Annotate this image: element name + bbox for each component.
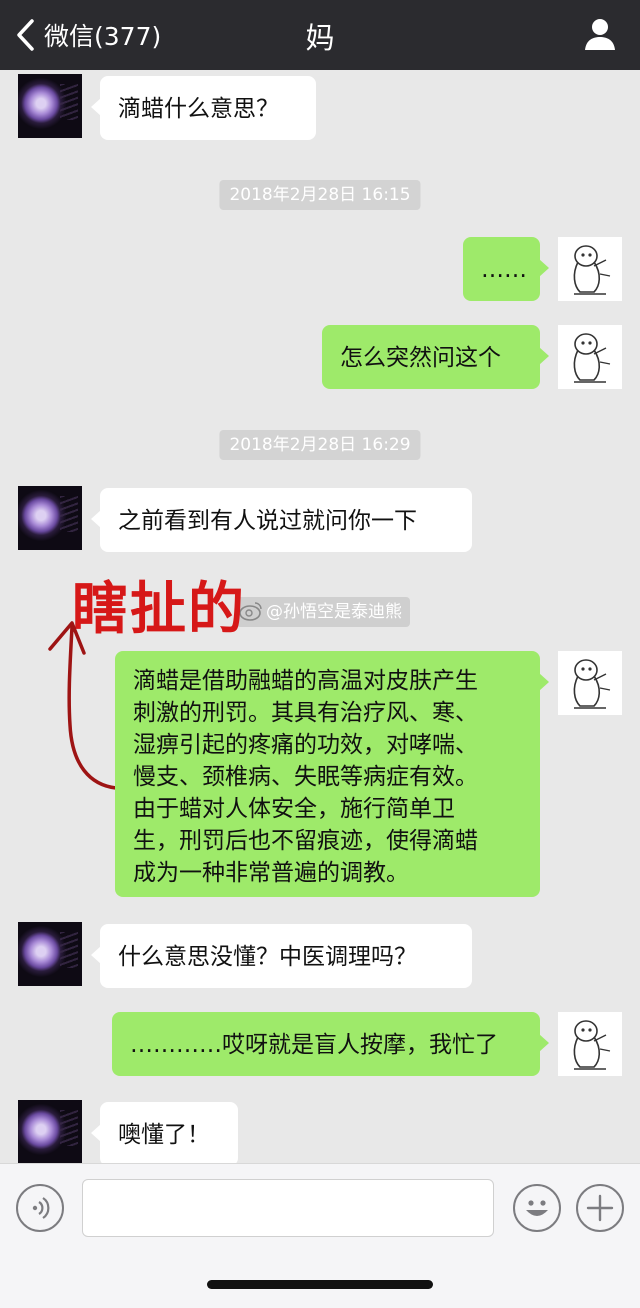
message-text: 滴蜡什么意思？ [118,96,279,122]
back-button[interactable]: 微信(377) [14,14,161,56]
my-avatar[interactable] [558,237,622,301]
message-bubble-incoming[interactable]: 噢懂了！ [91,1102,238,1163]
cartoon-avatar-icon [573,659,611,709]
message-line: 生，刑罚后也不留痕迹，使得滴蜡 [133,828,478,854]
voice-icon [32,1197,50,1219]
contact-avatar[interactable] [18,74,82,138]
back-label: 微信(377) [44,22,162,51]
cartoon-avatar-icon [573,245,611,295]
my-avatar[interactable] [558,325,622,389]
message-line: 由于蜡对人体安全，施行简单卫 [133,796,455,822]
my-avatar[interactable] [558,1012,622,1076]
message-bubble-outgoing[interactable]: …… [463,237,549,301]
message-text: 什么意思没懂？中医调理吗？ [118,944,417,970]
more-button[interactable] [576,1184,624,1232]
emoji-icon [526,1200,548,1216]
message-text: …………哎呀就是盲人按摩，我忙了 [130,1032,498,1058]
home-indicator[interactable] [207,1280,433,1289]
message-bubble-outgoing[interactable]: 滴蜡是借助融蜡的高温对皮肤产生 刺激的刑罚。其具有治疗风、寒、 湿痹引起的疼痛的… [115,651,549,897]
watermark-text: @孙悟空是泰迪熊 [266,602,402,622]
timestamp: 2018年2月28日 16:29 [219,430,421,460]
message-text: 之前看到有人说过就问你一下 [118,508,417,534]
message-line: 慢支、颈椎病、失眠等病症有效。 [133,764,478,790]
voice-button[interactable] [16,1184,64,1232]
emoji-button[interactable] [513,1184,561,1232]
message-bubble-outgoing[interactable]: 怎么突然问这个 [322,325,549,389]
profile-button[interactable] [582,16,618,52]
message-line: 刺激的刑罚。其具有治疗风、寒、 [133,700,478,726]
message-line: 成为一种非常普遍的调教。 [133,860,409,886]
contact-avatar[interactable] [18,1100,82,1163]
contact-avatar[interactable] [18,486,82,550]
message-bubble-incoming[interactable]: 之前看到有人说过就问你一下 [91,488,472,552]
message-bubble-incoming[interactable]: 滴蜡什么意思？ [91,76,316,140]
message-bubble-incoming[interactable]: 什么意思没懂？中医调理吗？ [91,924,472,988]
chat-area[interactable]: 滴蜡什么意思？ 2018年2月28日 16:15 …… 怎么突然问这个 2018… [0,70,640,1163]
message-line: 滴蜡是借助融蜡的高温对皮肤产生 [133,668,478,694]
person-icon [585,19,615,50]
message-bubble-outgoing[interactable]: …………哎呀就是盲人按摩，我忙了 [112,1012,549,1076]
navigation-bar: 微信(377) 妈 [0,0,640,70]
cartoon-avatar-icon [573,333,611,383]
message-input[interactable] [82,1179,494,1237]
contact-avatar[interactable] [18,922,82,986]
message-text: 怎么突然问这个 [340,345,501,371]
chevron-left-icon [17,19,34,51]
message-text: 噢懂了！ [118,1122,210,1148]
plus-icon [586,1194,614,1222]
timestamp: 2018年2月28日 16:15 [219,180,421,210]
my-avatar[interactable] [558,651,622,715]
message-line: 湿痹引起的疼痛的功效，对哮喘、 [133,732,478,758]
cartoon-avatar-icon [573,1020,611,1070]
message-text: …… [481,257,527,283]
